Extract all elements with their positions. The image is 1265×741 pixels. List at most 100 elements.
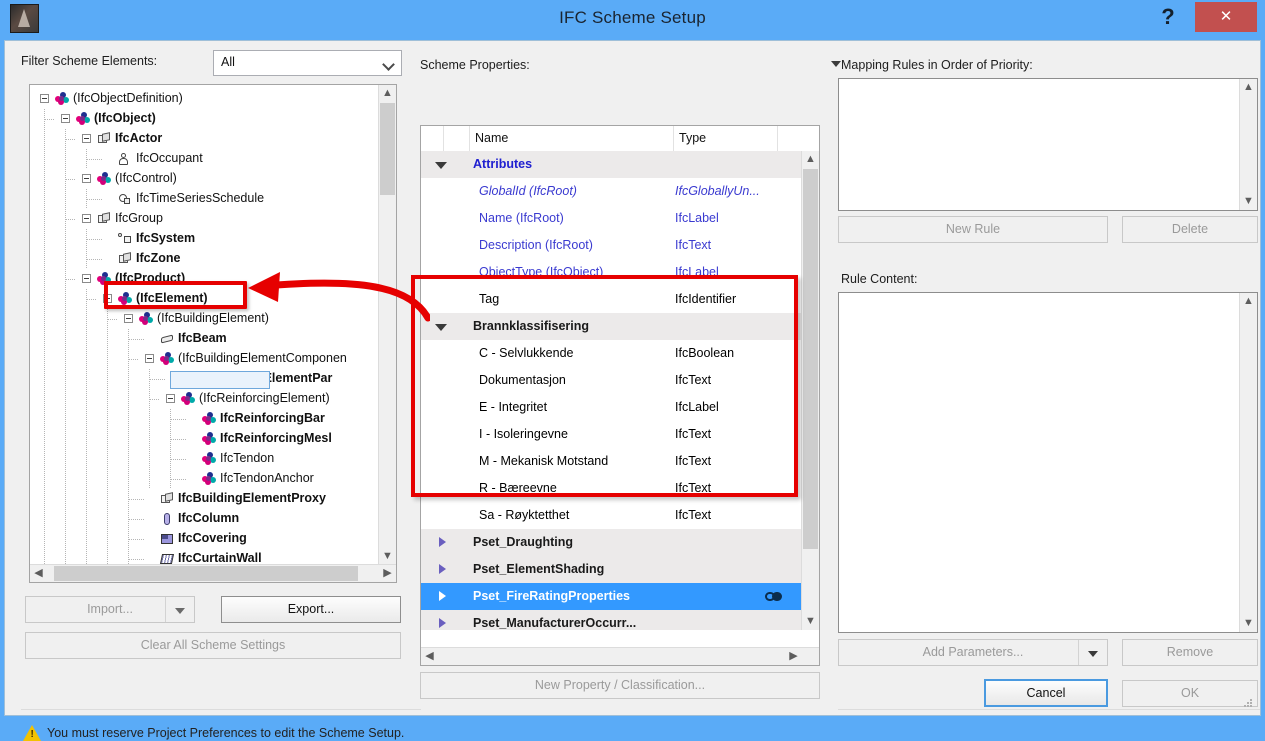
mapping-rules-list[interactable]: ▲ ▼: [838, 78, 1258, 211]
cancel-button[interactable]: Cancel: [984, 679, 1108, 707]
ok-button[interactable]: OK: [1122, 680, 1258, 707]
warning-icon: !: [23, 725, 41, 741]
grid-scroll-right-arrow[interactable]: ▶: [785, 648, 802, 665]
link-icon[interactable]: [765, 591, 785, 602]
scroll-down-arrow[interactable]: ▼: [379, 548, 396, 565]
tree-hscrollbar[interactable]: ◀ ▶: [30, 564, 396, 582]
grid-property-row[interactable]: GlobalId (IfcRoot) IfcGloballyUn...: [421, 178, 801, 205]
tree-guide-line: [65, 509, 66, 529]
tree-expander-toggle[interactable]: [166, 394, 175, 403]
rule-content-vscrollbar[interactable]: ▲ ▼: [1239, 293, 1257, 632]
grid-property-row[interactable]: Name (IfcRoot) IfcLabel: [421, 205, 801, 232]
grid-scroll-up-arrow[interactable]: ▲: [802, 151, 819, 168]
grid-group-row[interactable]: Pset_ElementShading: [421, 556, 801, 583]
new-property-label: New Property / Classification...: [534, 678, 706, 692]
tree-guide-line: [65, 229, 66, 249]
tree-expander-toggle[interactable]: [82, 274, 91, 283]
box3d-icon: [160, 492, 174, 506]
tree-vscrollbar[interactable]: ▲ ▼: [378, 85, 396, 565]
tree-guide-line: [65, 529, 66, 549]
add-parameters-button[interactable]: Add Parameters...: [838, 639, 1108, 666]
filter-scheme-elements-select[interactable]: All: [213, 50, 402, 76]
rule-content-list[interactable]: ▲ ▼: [838, 292, 1258, 633]
tree-guide-line: [107, 369, 108, 389]
tree-elbow: [66, 279, 76, 280]
tree-expander-toggle[interactable]: [145, 354, 154, 363]
mapping-scroll-up-arrow[interactable]: ▲: [1240, 79, 1257, 96]
mapping-scroll-down-arrow[interactable]: ▼: [1240, 193, 1257, 210]
tree-hscroll-thumb[interactable]: [54, 566, 358, 581]
column-header-name[interactable]: Name: [475, 131, 508, 145]
caret-right-icon[interactable]: [439, 564, 446, 574]
ifc-entity-icon: [97, 172, 111, 186]
tree-guide-line: [107, 349, 108, 369]
caret-right-icon[interactable]: [439, 618, 446, 628]
help-button[interactable]: ?: [1149, 2, 1187, 32]
scroll-right-arrow[interactable]: ▶: [379, 565, 396, 582]
clear-all-label: Clear All Scheme Settings: [140, 638, 286, 652]
import-dropdown-arrow[interactable]: [165, 597, 194, 622]
delete-rule-button[interactable]: Delete: [1122, 216, 1258, 243]
add-parameters-dropdown-arrow[interactable]: [1078, 640, 1107, 665]
tree-item-label: IfcGroup: [115, 211, 163, 225]
tree-guide-line: [86, 349, 87, 369]
scroll-left-arrow[interactable]: ◀: [30, 565, 47, 582]
tree-item-label: IfcReinforcingMesl: [220, 431, 332, 445]
caret-down-icon[interactable]: [435, 162, 447, 169]
title-bar: IFC Scheme Setup ? ✕: [0, 0, 1265, 40]
tree-expander-toggle[interactable]: [40, 94, 49, 103]
grid-scroll-left-arrow[interactable]: ◀: [421, 648, 438, 665]
tree-guide-line: [44, 129, 45, 149]
box3d-icon: [118, 252, 132, 266]
ifc-entity-icon: [202, 472, 216, 486]
grid-group-row[interactable]: Pset_FireRatingProperties: [421, 583, 801, 610]
caret-right-icon[interactable]: [439, 591, 446, 601]
remove-button[interactable]: Remove: [1122, 639, 1258, 666]
grid-property-row[interactable]: Description (IfcRoot) IfcText: [421, 232, 801, 259]
tree-expander-toggle[interactable]: [124, 314, 133, 323]
resize-grip[interactable]: [1244, 699, 1254, 709]
grid-group-row[interactable]: Pset_ManufacturerOccurr...: [421, 610, 801, 630]
tree-guide-line: [65, 289, 66, 309]
tree-item-label: (IfcReinforcingElement): [199, 391, 330, 405]
tree-expander-toggle[interactable]: [82, 174, 91, 183]
grid-vscrollbar[interactable]: ▲ ▼: [801, 151, 819, 630]
tree-elbow: [129, 539, 145, 540]
close-button[interactable]: ✕: [1195, 2, 1257, 32]
scroll-up-arrow[interactable]: ▲: [379, 85, 396, 102]
import-button[interactable]: Import...: [25, 596, 195, 623]
tree-elbow: [150, 379, 166, 380]
tree-elbow: [129, 359, 139, 360]
grid-cell-name: Name (IfcRoot): [479, 211, 564, 225]
grid-vscroll-thumb[interactable]: [803, 169, 818, 549]
tree-guide-line: [107, 489, 108, 509]
tree-expander-toggle[interactable]: [82, 134, 91, 143]
tree-vscroll-thumb[interactable]: [380, 103, 395, 195]
clear-all-scheme-settings-button[interactable]: Clear All Scheme Settings: [25, 632, 401, 659]
tree-elbow: [171, 459, 187, 460]
grid-group-row[interactable]: Attributes: [421, 151, 801, 178]
tree-guide-line: [65, 149, 66, 169]
new-property-classification-button[interactable]: New Property / Classification...: [420, 672, 820, 699]
caret-right-icon[interactable]: [439, 537, 446, 547]
export-button[interactable]: Export...: [221, 596, 401, 623]
column-header-type[interactable]: Type: [679, 131, 706, 145]
tree-guide-line: [86, 409, 87, 429]
tree-rows: (IfcObjectDefinition) (IfcObject) IfcActor…: [30, 85, 380, 582]
new-rule-button[interactable]: New Rule: [838, 216, 1108, 243]
tree-elbow: [45, 119, 55, 120]
grid-hscrollbar[interactable]: ◀ ▶: [421, 647, 819, 665]
rule-scroll-down-arrow[interactable]: ▼: [1240, 615, 1257, 632]
grid-scroll-down-arrow[interactable]: ▼: [802, 613, 819, 630]
tree-guide-line: [107, 409, 108, 429]
tree-expander-toggle[interactable]: [61, 114, 70, 123]
tree-selection-highlight: [170, 371, 270, 389]
rule-scroll-up-arrow[interactable]: ▲: [1240, 293, 1257, 310]
tree-item-label: (IfcObjectDefinition): [73, 91, 183, 105]
grid-property-row[interactable]: Sa - Røyktetthet IfcText: [421, 502, 801, 529]
grid-group-row[interactable]: Pset_Draughting: [421, 529, 801, 556]
mapping-rules-vscrollbar[interactable]: ▲ ▼: [1239, 79, 1257, 210]
tree-expander-toggle[interactable]: [82, 214, 91, 223]
scheme-elements-tree[interactable]: (IfcObjectDefinition) (IfcObject) IfcActor…: [29, 84, 397, 583]
collapse-triangle-icon[interactable]: [831, 61, 841, 67]
